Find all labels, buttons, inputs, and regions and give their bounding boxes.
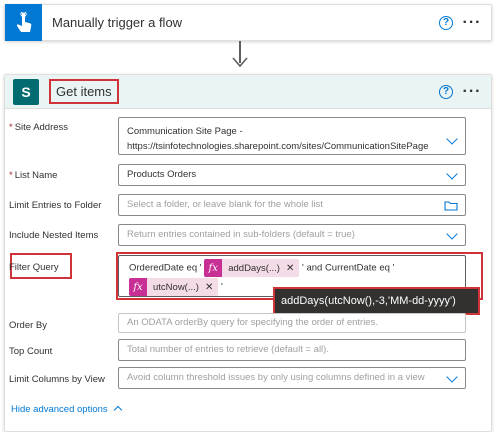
chevron-down-icon[interactable] bbox=[446, 228, 458, 240]
remove-token-icon[interactable]: ✕ bbox=[205, 282, 218, 293]
site-address-label: * Site Address bbox=[9, 122, 69, 133]
filter-query-label: Filter Query bbox=[9, 262, 59, 273]
more-options-icon[interactable]: ··· bbox=[453, 14, 491, 30]
expression-token-utcnow[interactable]: fx utcNow(...) ✕ bbox=[129, 278, 219, 296]
hand-touch-icon bbox=[5, 4, 42, 41]
top-count-field[interactable]: Total number of entries to retrieve (def… bbox=[118, 339, 466, 361]
list-name-value: Products Orders bbox=[127, 169, 197, 180]
action-title[interactable]: Get items bbox=[49, 79, 119, 104]
nested-items-label: Include Nested Items bbox=[9, 230, 99, 241]
fx-icon: fx bbox=[129, 278, 147, 296]
order-by-label: Order By bbox=[9, 320, 48, 331]
chevron-up-icon bbox=[113, 405, 122, 415]
trigger-card[interactable]: Manually trigger a flow ? ··· bbox=[4, 4, 492, 41]
limit-columns-select[interactable]: Avoid column threshold issues by only us… bbox=[118, 367, 466, 389]
expression-token-adddays[interactable]: fx addDays(...) ✕ bbox=[204, 259, 300, 277]
site-address-field[interactable]: Communication Site Page - https://tsinfo… bbox=[118, 117, 466, 155]
card-header[interactable]: S Get items ? ··· bbox=[5, 75, 491, 109]
hide-advanced-options-link[interactable]: Hide advanced options bbox=[11, 404, 122, 415]
list-name-label: * List Name bbox=[9, 170, 58, 181]
remove-token-icon[interactable]: ✕ bbox=[286, 263, 299, 274]
expression-tooltip: addDays(utcNow(),-3,'MM-dd-yyyy') bbox=[273, 287, 480, 315]
fx-icon: fx bbox=[204, 259, 223, 277]
help-icon[interactable]: ? bbox=[439, 15, 453, 30]
trigger-title: Manually trigger a flow bbox=[52, 15, 183, 30]
order-by-field[interactable]: An ODATA orderBy query for specifying th… bbox=[118, 313, 466, 333]
nested-items-select[interactable]: Return entries contained in sub-folders … bbox=[118, 224, 466, 246]
limit-columns-label: Limit Columns by View bbox=[9, 374, 105, 385]
chevron-down-icon[interactable] bbox=[446, 371, 458, 383]
help-icon[interactable]: ? bbox=[439, 84, 453, 99]
folder-icon[interactable] bbox=[444, 200, 458, 211]
limit-folder-label: Limit Entries to Folder bbox=[9, 200, 102, 211]
limit-folder-field[interactable]: Select a folder, or leave blank for the … bbox=[118, 194, 466, 216]
chevron-down-icon[interactable] bbox=[446, 168, 458, 180]
site-address-url: https://tsinfotechnologies.sharepoint.co… bbox=[127, 141, 429, 152]
more-options-icon[interactable]: ··· bbox=[453, 83, 491, 99]
sharepoint-icon: S bbox=[13, 78, 39, 105]
site-address-value: Communication Site Page - bbox=[127, 126, 243, 137]
top-count-label: Top Count bbox=[9, 346, 53, 357]
arrow-down-icon bbox=[232, 57, 248, 68]
list-name-select[interactable]: Products Orders bbox=[118, 164, 466, 186]
